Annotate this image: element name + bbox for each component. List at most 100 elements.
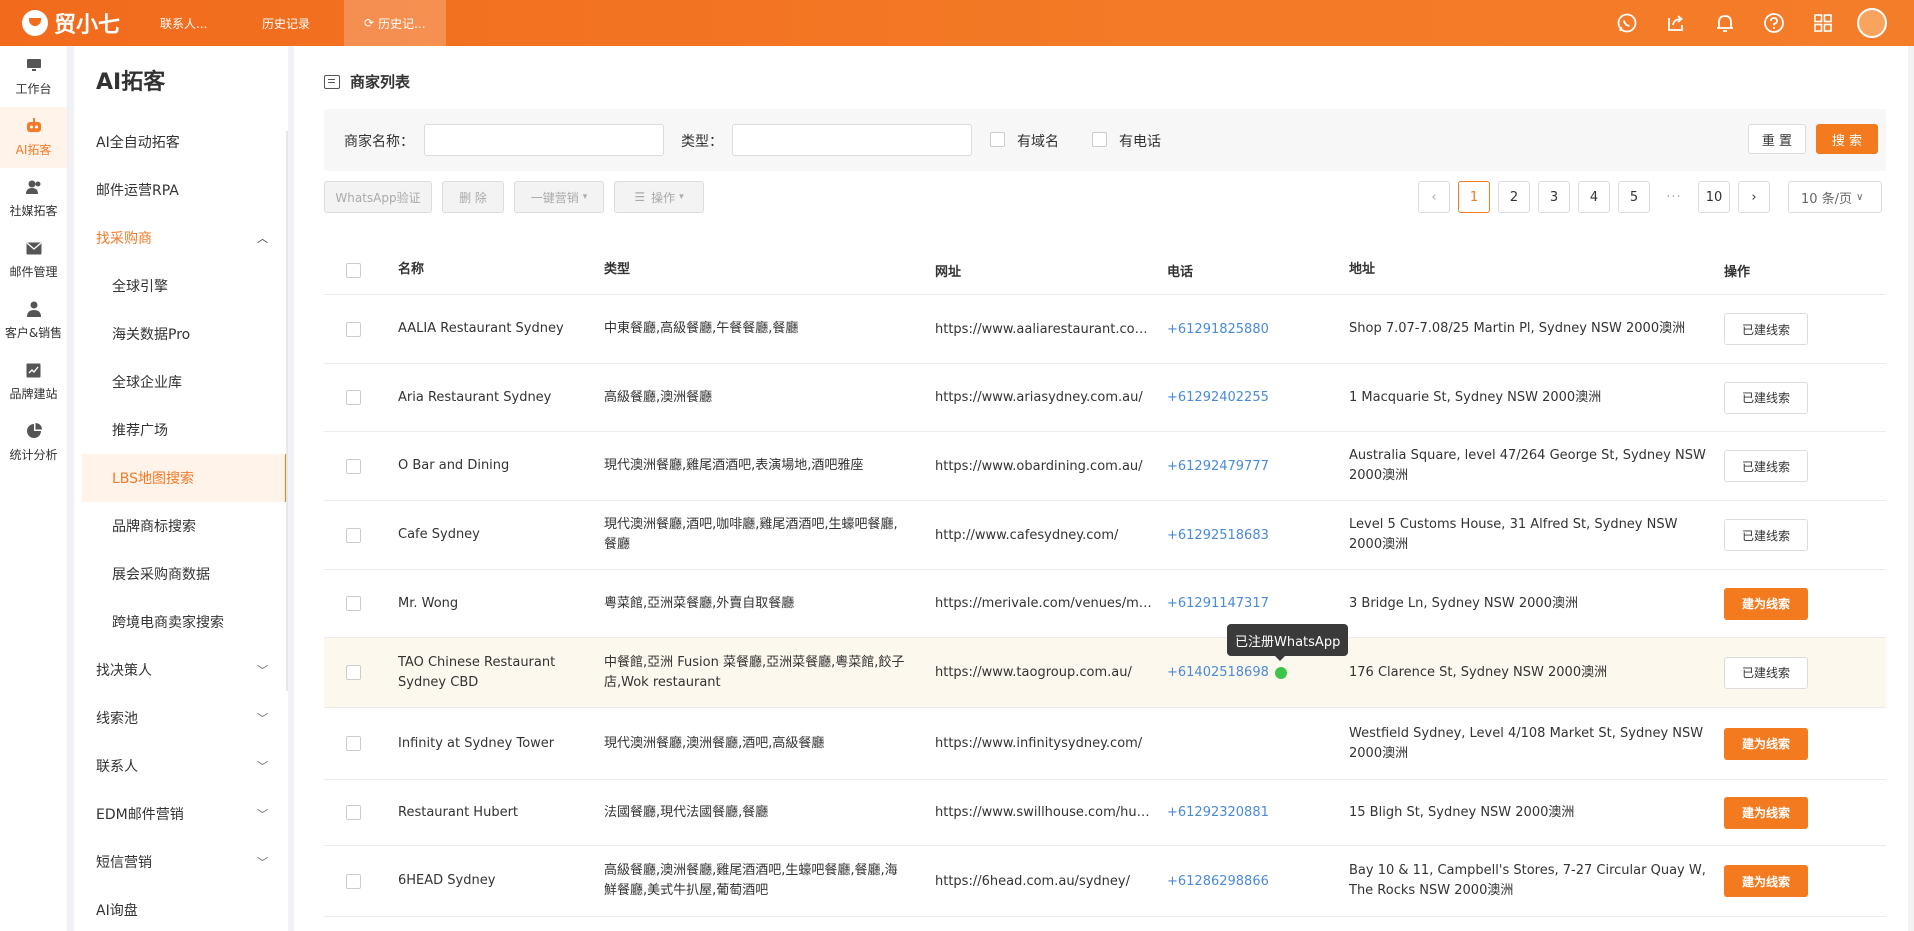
- rail-item-social[interactable]: 社媒拓客: [0, 168, 67, 229]
- page-button[interactable]: 10: [1698, 181, 1730, 213]
- cell-url[interactable]: https://6head.com.au/sydney/: [935, 874, 1167, 889]
- cell-url[interactable]: https://merivale.com/venues/mrwong/: [935, 596, 1167, 611]
- cell-phone[interactable]: +61286298866: [1167, 874, 1269, 889]
- page-size-select[interactable]: 10 条/页 ∨: [1788, 181, 1882, 213]
- page-button[interactable]: 4: [1578, 181, 1610, 213]
- page-button[interactable]: 5: [1618, 181, 1650, 213]
- app-logo[interactable]: 贸小七: [0, 7, 140, 39]
- menu-item-mail-rpa[interactable]: 邮件运营RPA: [74, 166, 288, 214]
- page-button[interactable]: 3: [1538, 181, 1570, 213]
- delete-button[interactable]: 删 除: [442, 181, 504, 213]
- whatsapp-icon[interactable]: [1602, 0, 1651, 46]
- row-checkbox[interactable]: [346, 527, 361, 543]
- table-row[interactable]: Mr. Wong 粵菜館,亞洲菜餐廳,外賣自取餐廳 https://meriva…: [324, 570, 1886, 638]
- create-lead-button[interactable]: 建为线索: [1724, 587, 1808, 620]
- refresh-icon[interactable]: ⟳: [364, 16, 374, 30]
- lead-created-button[interactable]: 已建线索: [1724, 450, 1808, 482]
- prev-page-button[interactable]: ‹: [1418, 181, 1450, 213]
- top-tab-history-active[interactable]: ⟳ 历史记...: [344, 0, 446, 46]
- cell-url[interactable]: http://www.cafesydney.com/: [935, 528, 1167, 543]
- page-button[interactable]: 2: [1498, 181, 1530, 213]
- cell-phone[interactable]: +61291147317: [1167, 596, 1269, 611]
- cell-url[interactable]: https://www.infinitysydney.com/: [935, 736, 1167, 751]
- top-tab-history[interactable]: 历史记录: [242, 0, 344, 46]
- row-checkbox[interactable]: [346, 665, 361, 680]
- has-domain-checkbox[interactable]: [990, 132, 1005, 147]
- search-button[interactable]: 搜 索: [1816, 124, 1878, 154]
- lead-created-button[interactable]: 已建线索: [1724, 656, 1808, 689]
- table-row[interactable]: 6HEAD Sydney 高級餐廳,澳洲餐廳,雞尾酒酒吧,生蠔吧餐廳,餐廳,海鮮…: [324, 846, 1886, 917]
- create-lead-button[interactable]: 建为线索: [1724, 796, 1808, 829]
- menu-item-expo-buyers[interactable]: 展会采购商数据: [74, 550, 288, 598]
- table-row[interactable]: Cafe Sydney 現代澳洲餐廳,酒吧,咖啡廳,雞尾酒酒吧,生蠔吧餐廳,餐廳…: [324, 501, 1886, 570]
- menu-item-find-buyers[interactable]: 找采购商 ︿: [74, 214, 288, 262]
- top-tab-contacts[interactable]: 联系人...: [140, 0, 242, 46]
- lead-created-button[interactable]: 已建线索: [1724, 313, 1808, 345]
- share-icon[interactable]: [1651, 0, 1700, 46]
- row-checkbox[interactable]: [346, 805, 361, 820]
- lead-created-button[interactable]: 已建线索: [1724, 519, 1808, 551]
- cell-phone[interactable]: +61292402255: [1167, 390, 1269, 405]
- bell-icon[interactable]: [1700, 0, 1749, 46]
- whatsapp-badge-icon[interactable]: [1274, 666, 1287, 679]
- menu-item-customs-pro[interactable]: 海关数据Pro: [74, 310, 288, 358]
- table-row[interactable]: Aria Restaurant Sydney 高級餐廳,澳洲餐廳 https:/…: [324, 364, 1886, 432]
- cell-url[interactable]: https://www.swillhouse.com/hubert: [935, 805, 1167, 820]
- menu-item-trademark[interactable]: 品牌商标搜索: [74, 502, 288, 550]
- menu-item-ecommerce-sellers[interactable]: 跨境电商卖家搜索: [74, 598, 288, 646]
- menu-item-global-engine[interactable]: 全球引擎: [74, 262, 288, 310]
- help-icon[interactable]: [1749, 0, 1798, 46]
- cell-phone[interactable]: +61292518683: [1167, 528, 1269, 543]
- menu-item-sms[interactable]: 短信营销 ﹀: [74, 838, 288, 886]
- ops-dropdown[interactable]: ☰ 操作 ▾: [614, 181, 704, 213]
- menu-item-lead-pool[interactable]: 线索池 ﹀: [74, 694, 288, 742]
- menu-item-ai-auto[interactable]: AI全自动拓客: [74, 118, 288, 166]
- rail-item-ai[interactable]: AI拓客: [0, 107, 67, 168]
- menu-scrollbar[interactable]: [286, 131, 288, 691]
- create-lead-button[interactable]: 建为线索: [1724, 865, 1808, 897]
- user-avatar[interactable]: [1847, 0, 1896, 46]
- row-checkbox[interactable]: [346, 458, 361, 474]
- table-row[interactable]: Restaurant Hubert 法國餐廳,現代法國餐廳,餐廳 https:/…: [324, 780, 1886, 846]
- rail-item-mail[interactable]: 邮件管理: [0, 229, 67, 290]
- row-checkbox[interactable]: [346, 390, 361, 405]
- type-input[interactable]: [732, 124, 972, 156]
- rail-item-brand[interactable]: 品牌建站: [0, 351, 67, 412]
- cell-url[interactable]: https://www.taogroup.com.au/: [935, 665, 1167, 680]
- table-row[interactable]: AALIA Restaurant Sydney 中東餐廳,高級餐廳,午餐餐廳,餐…: [324, 295, 1886, 364]
- menu-item-recommend[interactable]: 推荐广场: [74, 406, 288, 454]
- table-row[interactable]: Infinity at Sydney Tower 現代澳洲餐廳,澳洲餐廳,酒吧,…: [324, 708, 1886, 780]
- whatsapp-verify-button[interactable]: WhatsApp验证: [324, 181, 432, 213]
- menu-item-lbs-map[interactable]: LBS地图搜索: [82, 454, 288, 502]
- cell-phone[interactable]: +61292479777: [1167, 459, 1269, 474]
- ellipsis[interactable]: ···: [1658, 181, 1690, 213]
- cell-phone[interactable]: +61402518698: [1167, 665, 1269, 680]
- menu-item-edm[interactable]: EDM邮件营销 ﹀: [74, 790, 288, 838]
- row-checkbox[interactable]: [346, 596, 361, 611]
- rail-item-stats[interactable]: 统计分析: [0, 412, 67, 473]
- has-phone-checkbox[interactable]: [1092, 132, 1107, 147]
- menu-item-contacts[interactable]: 联系人 ﹀: [74, 742, 288, 790]
- apps-grid-icon[interactable]: [1798, 0, 1847, 46]
- page-button[interactable]: 1: [1458, 181, 1490, 213]
- merchant-name-input[interactable]: [424, 124, 664, 156]
- create-lead-button[interactable]: 建为线索: [1724, 727, 1808, 760]
- next-page-button[interactable]: ›: [1738, 181, 1770, 213]
- menu-item-ai-inquiry[interactable]: AI询盘: [74, 886, 288, 931]
- reset-button[interactable]: 重 置: [1748, 124, 1806, 154]
- row-checkbox[interactable]: [346, 736, 361, 751]
- cell-url[interactable]: https://www.obardining.com.au/: [935, 459, 1167, 474]
- menu-item-company-db[interactable]: 全球企业库: [74, 358, 288, 406]
- row-checkbox[interactable]: [346, 873, 361, 889]
- rail-item-customers[interactable]: 客户&销售: [0, 290, 67, 351]
- cell-url[interactable]: https://www.ariasydney.com.au/: [935, 390, 1167, 405]
- select-all-checkbox[interactable]: [346, 262, 361, 278]
- lead-created-button[interactable]: 已建线索: [1724, 381, 1808, 414]
- page-scrollbar[interactable]: [1908, 46, 1914, 931]
- table-row[interactable]: TAO Chinese Restaurant Sydney CBD 中餐館,亞洲…: [324, 638, 1886, 708]
- cell-url[interactable]: https://www.aaliarestaurant.com.au/: [935, 322, 1167, 337]
- table-row[interactable]: O Bar and Dining 現代澳洲餐廳,雞尾酒酒吧,表演場地,酒吧雅座 …: [324, 432, 1886, 501]
- cell-phone[interactable]: +61291825880: [1167, 322, 1269, 337]
- rail-item-workbench[interactable]: 工作台: [0, 46, 67, 107]
- row-checkbox[interactable]: [346, 321, 361, 337]
